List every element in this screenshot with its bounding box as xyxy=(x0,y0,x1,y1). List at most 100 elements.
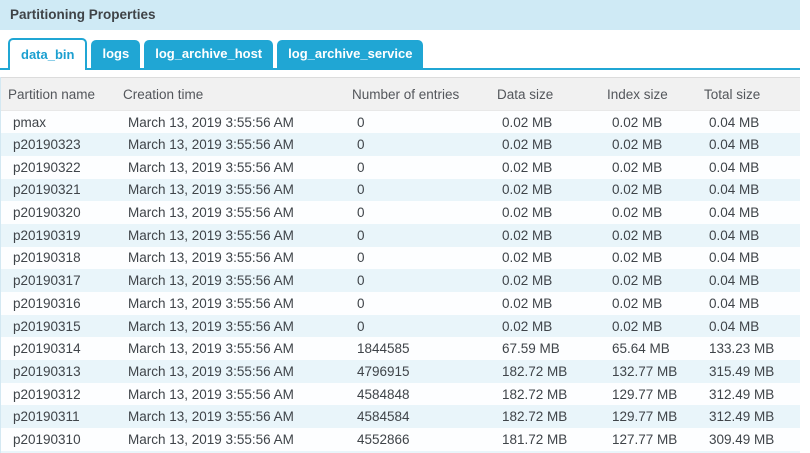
cell-total-size: 0.04 MB xyxy=(697,315,800,338)
table-row-p20190312: p20190312March 13, 2019 3:55:56 AM458484… xyxy=(1,383,800,406)
cell-partition-name: p20190323 xyxy=(1,133,116,156)
partitioning-properties-panel: Partitioning Properties data_binlogslog_… xyxy=(0,0,800,453)
cell-creation-time: March 13, 2019 3:55:56 AM xyxy=(116,383,345,406)
table-row-p20190314: p20190314March 13, 2019 3:55:56 AM184458… xyxy=(1,337,800,360)
cell-number-of-entries: 0 xyxy=(345,201,490,224)
cell-data-size: 0.02 MB xyxy=(490,111,600,134)
cell-number-of-entries: 0 xyxy=(345,179,490,202)
cell-partition-name: pmax xyxy=(1,111,116,134)
column-header-partition-name: Partition name xyxy=(1,78,116,111)
partitions-table-container: Partition nameCreation timeNumber of ent… xyxy=(0,77,800,453)
cell-total-size: 315.49 MB xyxy=(697,360,800,383)
cell-number-of-entries: 0 xyxy=(345,133,490,156)
cell-partition-name: p20190317 xyxy=(1,269,116,292)
cell-index-size: 0.02 MB xyxy=(600,111,697,134)
table-row-pmax: pmaxMarch 13, 2019 3:55:56 AM00.02 MB0.0… xyxy=(1,111,800,134)
tab-logs[interactable]: logs xyxy=(91,40,140,68)
cell-data-size: 0.02 MB xyxy=(490,269,600,292)
cell-index-size: 132.77 MB xyxy=(600,360,697,383)
table-row-p20190315: p20190315March 13, 2019 3:55:56 AM0 0.02 … xyxy=(1,315,800,338)
cell-total-size: 0.04 MB xyxy=(697,247,800,270)
cell-creation-time: March 13, 2019 3:55:56 AM xyxy=(116,292,345,315)
cell-creation-time: March 13, 2019 3:55:56 AM xyxy=(116,224,345,247)
table-row-p20190320: p20190320March 13, 2019 3:55:56 AM00.02 … xyxy=(1,201,800,224)
cell-partition-name: p20190316 xyxy=(1,292,116,315)
column-header-total-size: Total size xyxy=(697,78,800,111)
cell-number-of-entries: 0 xyxy=(345,269,490,292)
cell-partition-name: p20190312 xyxy=(1,383,116,406)
cell-index-size: 129.77 MB xyxy=(600,383,697,406)
cell-number-of-entries: 4552866 xyxy=(345,428,490,451)
cell-creation-time: March 13, 2019 3:55:56 AM xyxy=(116,360,345,383)
cell-total-size: 312.49 MB xyxy=(697,405,800,428)
cell-creation-time: March 13, 2019 3:55:56 AM xyxy=(116,315,345,338)
cell-total-size: 0.04 MB xyxy=(697,111,800,134)
cell-number-of-entries: 0 xyxy=(345,156,490,179)
cell-creation-time: March 13, 2019 3:55:56 AM xyxy=(116,247,345,270)
tab-bar: data_binlogslog_archive_hostlog_archive_… xyxy=(0,40,800,70)
cell-partition-name: p20190313 xyxy=(1,360,116,383)
column-header-index-size: Index size xyxy=(600,78,697,111)
cell-creation-time: March 13, 2019 3:55:56 AM xyxy=(116,405,345,428)
cell-creation-time: March 13, 2019 3:55:56 AM xyxy=(116,179,345,202)
table-row-p20190322: p20190322March 13, 2019 3:55:56 AM00.02 … xyxy=(1,156,800,179)
cell-number-of-entries: 1844585 xyxy=(345,337,490,360)
cell-partition-name: p20190321 xyxy=(1,179,116,202)
cell-data-size: 181.72 MB xyxy=(490,428,600,451)
table-row-p20190321: p20190321March 13, 2019 3:55:56 AM00.02 … xyxy=(1,179,800,202)
partitions-table: Partition nameCreation timeNumber of ent… xyxy=(1,77,800,451)
cell-number-of-entries: 4584848 xyxy=(345,383,490,406)
column-header-creation-time: Creation time xyxy=(116,78,345,111)
tab-data_bin[interactable]: data_bin xyxy=(8,38,87,70)
cell-partition-name: p20190315 xyxy=(1,315,116,338)
cell-index-size: 0.02 MB xyxy=(600,315,697,338)
cell-creation-time: March 13, 2019 3:55:56 AM xyxy=(116,156,345,179)
cell-total-size: 0.04 MB xyxy=(697,179,800,202)
cell-index-size: 65.64 MB xyxy=(600,337,697,360)
cell-index-size: 0.02 MB xyxy=(600,247,697,270)
cell-partition-name: p20190318 xyxy=(1,247,116,270)
table-row-p20190316: p20190316March 13, 2019 3:55:56 AM00.02 … xyxy=(1,292,800,315)
column-header-number-of-entries: Number of entries xyxy=(345,78,490,111)
table-header: Partition nameCreation timeNumber of ent… xyxy=(1,78,800,111)
cell-index-size: 127.77 MB xyxy=(600,428,697,451)
cell-creation-time: March 13, 2019 3:55:56 AM xyxy=(116,337,345,360)
cell-number-of-entries: 4796915 xyxy=(345,360,490,383)
cell-data-size: 0.02 MB xyxy=(490,247,600,270)
table-row-p20190313: p20190313March 13, 2019 3:55:56 AM479691… xyxy=(1,360,800,383)
cell-creation-time: March 13, 2019 3:55:56 AM xyxy=(116,269,345,292)
cell-number-of-entries: 0 xyxy=(345,111,490,134)
tab-log_archive_service[interactable]: log_archive_service xyxy=(277,40,423,68)
panel-title: Partitioning Properties xyxy=(0,0,800,30)
cell-data-size: 182.72 MB xyxy=(490,360,600,383)
cell-partition-name: p20190319 xyxy=(1,224,116,247)
cell-total-size: 0.04 MB xyxy=(697,133,800,156)
cell-number-of-entries: 4584584 xyxy=(345,405,490,428)
tab-log_archive_host[interactable]: log_archive_host xyxy=(144,40,273,68)
cell-number-of-entries: 0 xyxy=(345,247,490,270)
cell-data-size: 0.02 MB xyxy=(490,224,600,247)
cell-data-size: 0.02 MB xyxy=(490,179,600,202)
cell-data-size: 0.02 MB xyxy=(490,201,600,224)
table-row-p20190319: p20190319March 13, 2019 3:55:56 AM00.02 … xyxy=(1,224,800,247)
column-header-data-size: Data size xyxy=(490,78,600,111)
table-row-p20190310: p20190310March 13, 2019 3:55:56 AM455286… xyxy=(1,428,800,451)
cell-data-size: 0.02 MB xyxy=(490,133,600,156)
cell-creation-time: March 13, 2019 3:55:56 AM xyxy=(116,133,345,156)
cell-partition-name: p20190314 xyxy=(1,337,116,360)
cell-index-size: 0.02 MB xyxy=(600,269,697,292)
cell-data-size: 0.02 MB xyxy=(490,292,600,315)
cell-number-of-entries: 0 xyxy=(345,315,490,338)
cell-index-size: 0.02 MB xyxy=(600,156,697,179)
cell-total-size: 309.49 MB xyxy=(697,428,800,451)
cell-creation-time: March 13, 2019 3:55:56 AM xyxy=(116,111,345,134)
cell-total-size: 312.49 MB xyxy=(697,383,800,406)
table-row-p20190318: p20190318March 13, 2019 3:55:56 AM00.02 … xyxy=(1,247,800,270)
cell-creation-time: March 13, 2019 3:55:56 AM xyxy=(116,201,345,224)
cell-total-size: 0.04 MB xyxy=(697,292,800,315)
cell-total-size: 0.04 MB xyxy=(697,156,800,179)
cell-index-size: 0.02 MB xyxy=(600,133,697,156)
cell-total-size: 133.23 MB xyxy=(697,337,800,360)
cell-total-size: 0.04 MB xyxy=(697,224,800,247)
cell-number-of-entries: 0 xyxy=(345,224,490,247)
